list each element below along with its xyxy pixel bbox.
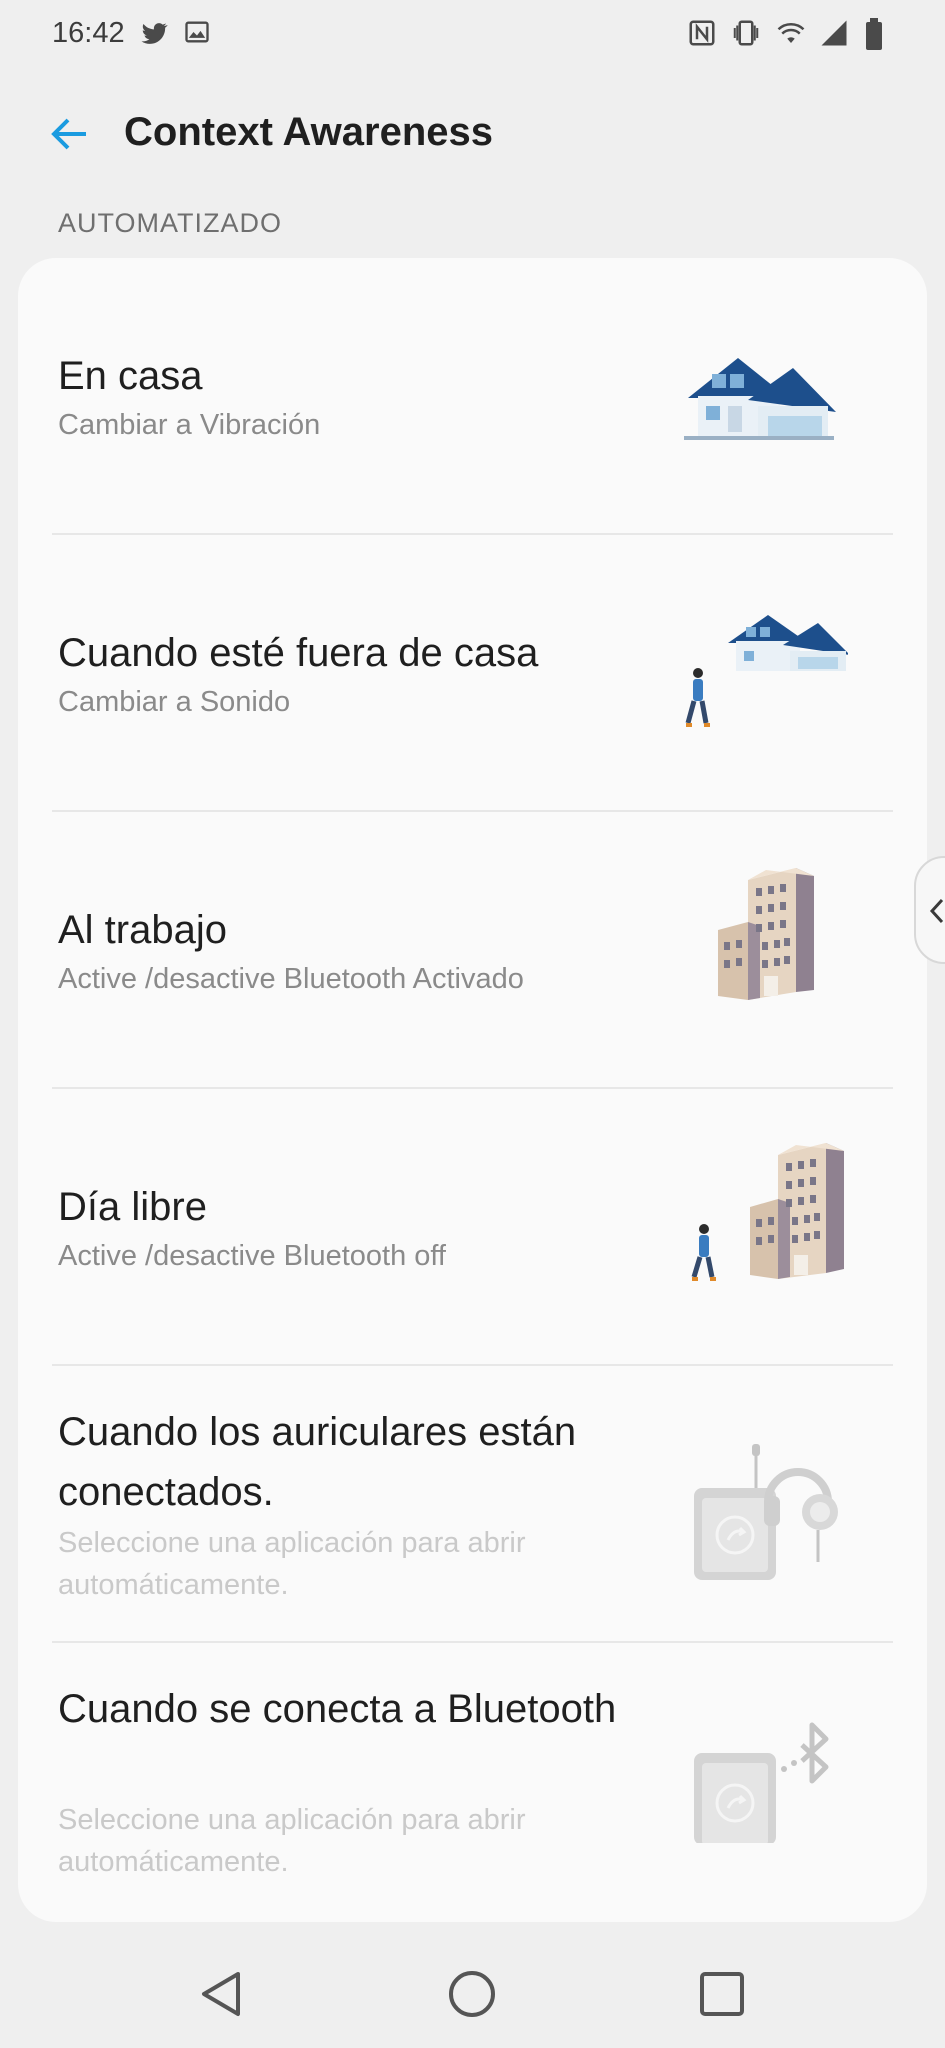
signal-icon (819, 18, 849, 48)
list-item-title: Cuando esté fuera de casa (58, 631, 539, 675)
image-icon (183, 18, 213, 48)
list-item-title: Al trabajo (58, 908, 227, 952)
side-panel-handle[interactable] (914, 856, 945, 964)
nfc-icon (687, 18, 717, 48)
list-item-subtitle: Seleccione una aplicación para abrir aut… (58, 1804, 526, 1878)
nav-recents-button[interactable] (694, 1966, 750, 2022)
navigation-bar (0, 1930, 945, 2048)
status-bar-left: 16:42 (52, 17, 213, 50)
chevron-left-icon (929, 898, 944, 924)
list-item-subtitle: Seleccione una aplicación para abrir aut… (58, 1527, 526, 1601)
section-header: AUTOMATIZADO (58, 208, 283, 238)
list-item-al-trabajo[interactable]: Al trabajo Active /desactive Bluetooth A… (18, 812, 927, 1089)
house-art (678, 340, 838, 455)
list-item-en-casa[interactable]: En casa Cambiar a Vibración (18, 258, 927, 535)
list-item-title: Cuando los auriculares están conectados. (58, 1410, 577, 1514)
list-item-subtitle: Cambiar a Sonido (58, 686, 291, 718)
home-circle-icon (449, 1971, 495, 2017)
list-item-auriculares[interactable]: Cuando los auriculares están conectados.… (18, 1366, 927, 1643)
back-button[interactable] (46, 110, 94, 158)
twitter-icon (139, 18, 169, 48)
vibrate-icon (731, 18, 761, 48)
list-item-title: Día libre (58, 1185, 207, 1229)
status-bar-right (687, 18, 893, 50)
nav-home-button[interactable] (444, 1966, 500, 2022)
battery-icon (863, 18, 893, 50)
recents-square-icon (700, 1972, 744, 2016)
list-item-fuera-de-casa[interactable]: Cuando esté fuera de casa Cambiar a Soni… (18, 535, 927, 812)
list-item-bluetooth[interactable]: Cuando se conecta a Bluetooth Seleccione… (18, 1643, 927, 1922)
list-item-dia-libre[interactable]: Día libre Active /desactive Bluetooth of… (18, 1089, 927, 1366)
wifi-icon (775, 18, 805, 48)
nav-back-button[interactable] (194, 1966, 250, 2022)
clock: 16:42 (52, 16, 125, 49)
list-item-title: En casa (58, 354, 203, 398)
list-item-subtitle: Cambiar a Vibración (58, 409, 321, 441)
back-triangle-icon (202, 1972, 240, 2016)
page-title: Context Awareness (124, 110, 494, 154)
list-item-subtitle: Active /desactive Bluetooth Activado (58, 963, 524, 995)
list-item-subtitle: Active /desactive Bluetooth off (58, 1240, 446, 1272)
headphones-phone-art (678, 1440, 848, 1585)
list-item-title: Cuando se conecta a Bluetooth (58, 1687, 617, 1731)
house-walker-art (678, 607, 850, 742)
office-building-art (678, 860, 828, 1015)
status-bar: 16:42 (0, 0, 945, 66)
office-walker-art (678, 1137, 858, 1292)
bluetooth-phone-art (678, 1713, 848, 1848)
arrow-left-icon (51, 118, 86, 150)
automation-list: En casa Cambiar a Vibración Cuando esté … (18, 258, 927, 1922)
app-bar: Context Awareness (0, 90, 945, 176)
